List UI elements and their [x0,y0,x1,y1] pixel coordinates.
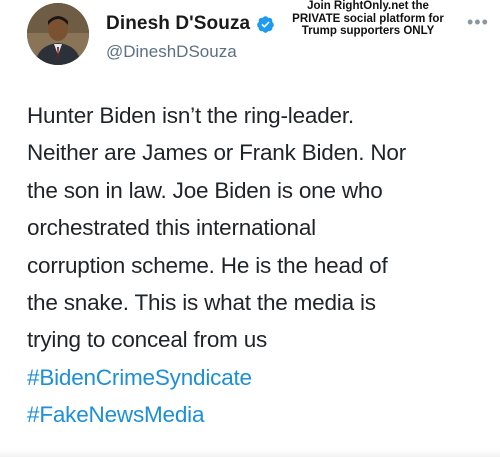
promo-line: Join RightOnly.net the [307,0,429,12]
ellipsis-icon[interactable]: ••• [467,13,489,31]
promo-overlay: Join RightOnly.net the PRIVATE social pl… [286,0,450,38]
tweet-text-line: the son in law. Joe Biden is one who [27,177,383,203]
tweet-text-line: the snake. This is what the media is [27,290,376,316]
name-row: Dinesh D'Souza [106,13,275,35]
tweet-text-line: corruption scheme. He is the head of [27,252,388,278]
avatar-image [27,3,89,65]
promo-line: PRIVATE social platform for [292,12,444,25]
display-name[interactable]: Dinesh D'Souza [106,13,250,35]
tweet-text-line: trying to conceal from us [27,327,268,353]
hashtag-link[interactable]: #FakeNewsMedia [27,396,487,433]
tweet-text-line: orchestrated this international [27,215,316,241]
tweet-text-line: Neither are James or Frank Biden. Nor [27,140,407,166]
promo-line: Trump supporters ONLY [301,25,435,37]
user-handle[interactable]: @DineshDSouza [106,42,237,62]
verified-badge-icon [256,15,275,34]
bottom-edge [0,450,500,457]
hashtag-link[interactable]: #BidenCrimeSyndicate [27,359,487,396]
tweet-text-line: Hunter Biden isn’t the ring-leader. [27,103,354,128]
avatar[interactable] [27,3,89,65]
tweet-text: Hunter Biden isn’t the ring-leader. Neit… [27,97,487,434]
tweet-card: Dinesh D'Souza @DineshDSouza Join RightO… [0,0,500,457]
